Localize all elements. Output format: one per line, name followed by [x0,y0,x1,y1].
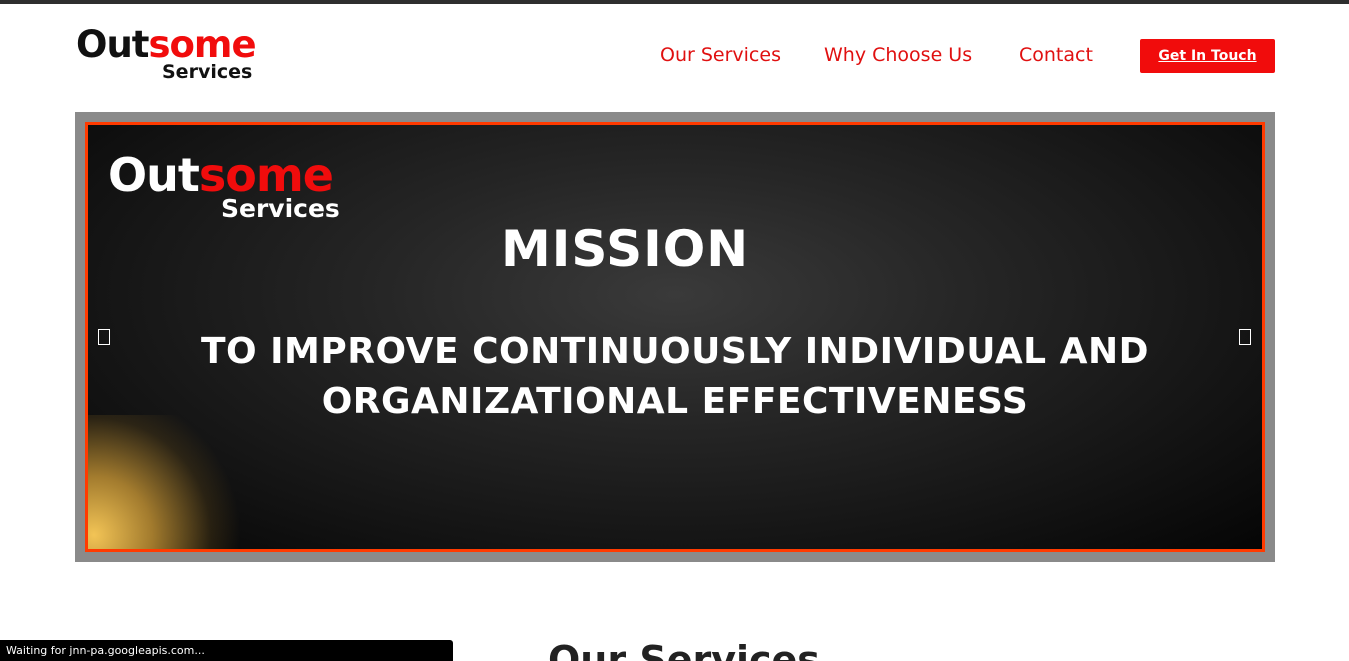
hero-slider: Outsome Services MISSION TO IMPROVE CONT… [75,112,1275,562]
browser-status-bar: Waiting for jnn-pa.googleapis.com... [0,640,453,661]
nav-why-choose-us[interactable]: Why Choose Us [824,42,972,68]
mission-line-1: TO IMPROVE CONTINUOUSLY INDIVIDUAL AND [200,331,1150,372]
logo-services-text: Services [162,61,253,83]
top-border [0,0,1349,4]
nav-our-services[interactable]: Our Services [660,42,781,68]
slider-prev-button[interactable] [96,327,112,347]
logo-some-text: some [148,23,256,66]
slide-logo-wordmark: Outsome [108,148,334,202]
logo-out-text: Out [76,23,149,66]
chevron-left-icon [98,329,110,345]
mission-heading: MISSION [500,220,750,278]
mission-line-2: ORGANIZATIONAL EFFECTIVENESS [321,381,1029,422]
logo-wordmark: Outsome [76,23,257,66]
site-logo[interactable]: Outsome Services [76,26,266,86]
mission-statement: TO IMPROVE CONTINUOUSLY INDIVIDUAL AND O… [128,327,1222,427]
our-services-heading: Our Services [548,638,820,661]
get-in-touch-button[interactable]: Get In Touch [1140,39,1275,73]
hero-slide: Outsome Services MISSION TO IMPROVE CONT… [85,122,1265,552]
chevron-right-icon [1239,329,1251,345]
light-glow [88,415,248,549]
nav-contact[interactable]: Contact [1019,42,1093,68]
slide-logo-out-text: Out [108,148,200,202]
slider-next-button[interactable] [1237,327,1253,347]
slide-logo-services-text: Services [221,194,340,223]
